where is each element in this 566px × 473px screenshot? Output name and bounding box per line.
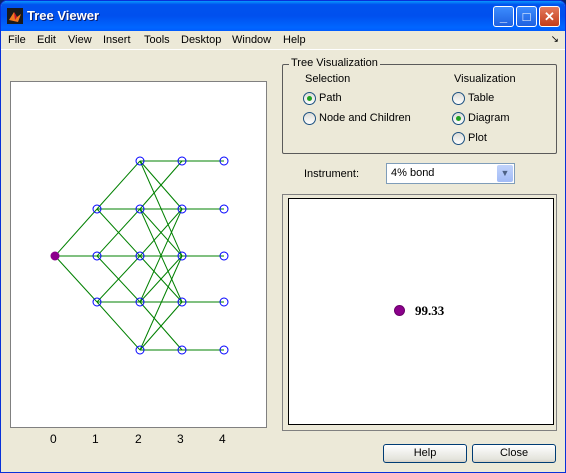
menu-file[interactable]: File — [8, 34, 26, 46]
tree-edge — [54, 208, 98, 257]
x-tick-label: 3 — [177, 432, 184, 446]
selection-label: Selection — [305, 73, 351, 85]
tree-root-node[interactable] — [50, 251, 60, 261]
tree-plot-area[interactable] — [10, 81, 267, 428]
maximize-button[interactable]: □ — [516, 6, 537, 27]
tree-edge — [139, 255, 183, 351]
menu-bar: File Edit View Insert Tools Desktop Wind… — [1, 31, 565, 50]
visualization-label: Visualization — [454, 73, 516, 85]
instrument-label: Instrument: — [304, 168, 360, 180]
menu-tools[interactable]: Tools — [144, 34, 170, 46]
window-title: Tree Viewer — [27, 8, 100, 23]
x-tick-label: 4 — [219, 432, 226, 446]
title-bar[interactable]: Tree Viewer _ □ ✕ — [1, 1, 565, 31]
x-tick-label: 2 — [135, 432, 142, 446]
radio-plot[interactable] — [452, 132, 465, 145]
instrument-value: 4% bond — [391, 167, 435, 179]
radio-path[interactable] — [303, 92, 316, 105]
tree-diagram[interactable] — [11, 82, 268, 429]
radio-table-label[interactable]: Table — [468, 92, 494, 104]
radio-node-and-children[interactable] — [303, 112, 316, 125]
tree-edge — [96, 160, 141, 210]
node-marker — [394, 305, 405, 316]
radio-path-label[interactable]: Path — [319, 92, 342, 104]
radio-diagram-label[interactable]: Diagram — [468, 112, 510, 124]
close-window-button[interactable]: ✕ — [539, 6, 560, 27]
matlab-icon — [7, 8, 23, 24]
tree-edge — [54, 255, 98, 303]
tree-edge — [96, 301, 141, 351]
menu-insert[interactable]: Insert — [103, 34, 131, 46]
radio-table[interactable] — [452, 92, 465, 105]
menu-view[interactable]: View — [68, 34, 92, 46]
chevron-down-icon[interactable]: ▼ — [497, 165, 513, 182]
menu-help[interactable]: Help — [283, 34, 306, 46]
minimize-button[interactable]: _ — [493, 6, 514, 27]
radio-diagram[interactable] — [452, 112, 465, 125]
menu-edit[interactable]: Edit — [37, 34, 56, 46]
menu-window[interactable]: Window — [232, 34, 271, 46]
node-value-text: 99.33 — [415, 303, 445, 318]
menu-desktop[interactable]: Desktop — [181, 34, 221, 46]
radio-node-and-children-label[interactable]: Node and Children — [319, 112, 411, 124]
help-button[interactable]: Help — [383, 444, 467, 463]
radio-plot-label[interactable]: Plot — [468, 132, 487, 144]
x-tick-label: 0 — [50, 432, 57, 446]
close-button[interactable]: Close — [472, 444, 556, 463]
x-tick-label: 1 — [92, 432, 99, 446]
tree-viewer-window: Tree Viewer _ □ ✕ File Edit View Insert … — [0, 0, 566, 473]
instrument-dropdown[interactable]: 4% bond ▼ — [386, 163, 515, 184]
tree-visualization-legend: Tree Visualization — [289, 57, 380, 69]
dock-arrow-icon[interactable]: ↘ — [551, 34, 559, 45]
